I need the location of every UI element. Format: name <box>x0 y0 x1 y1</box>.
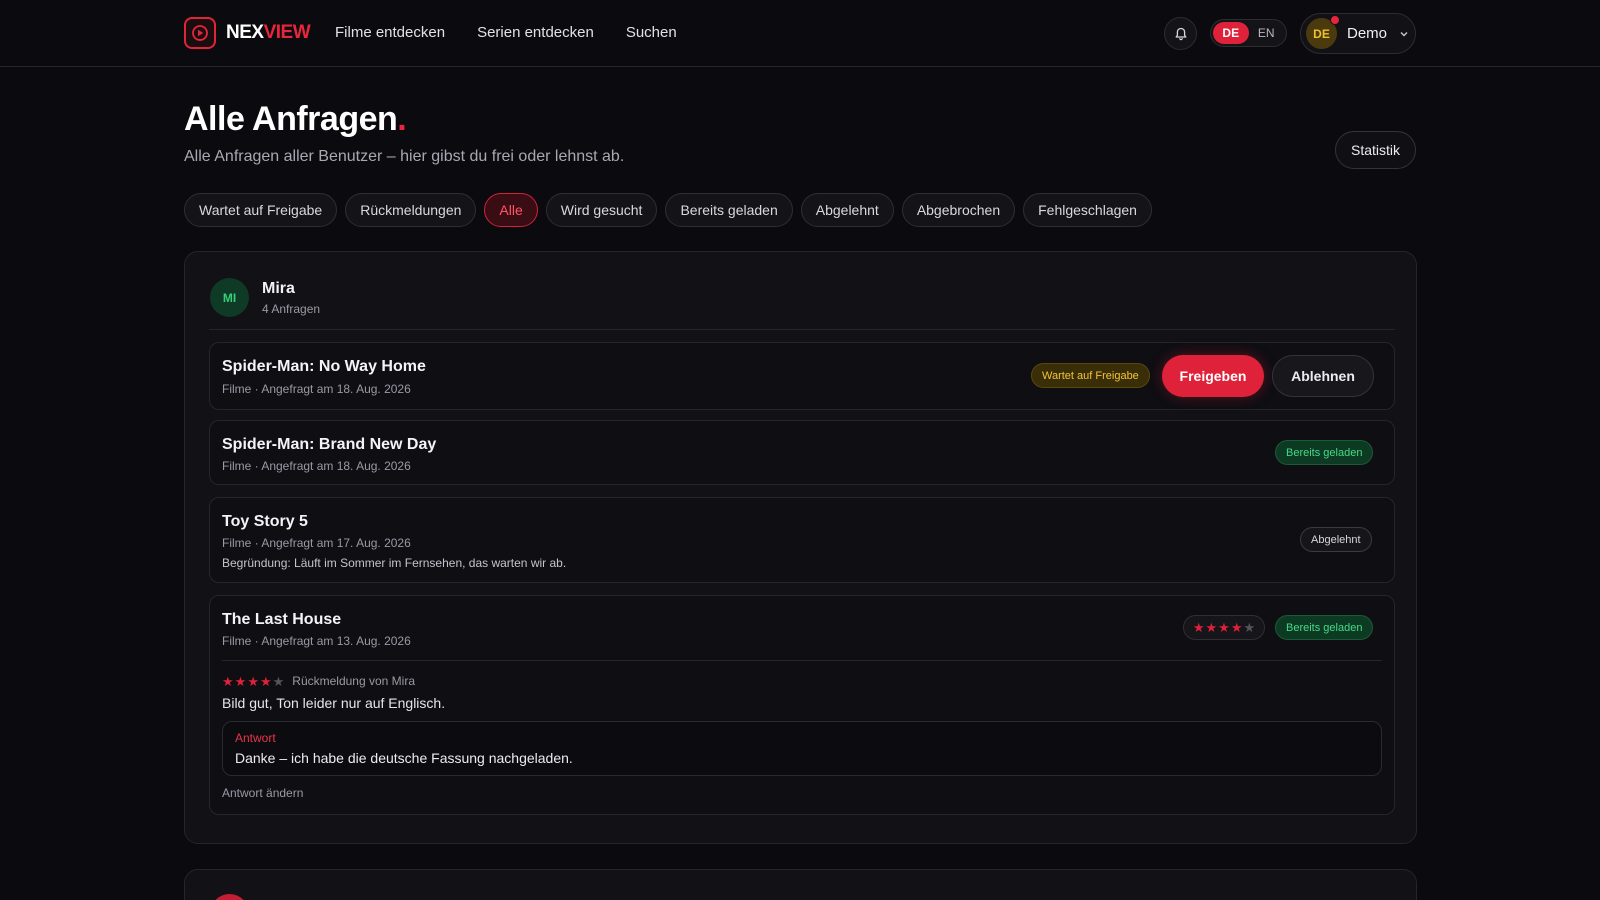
status-badge: Bereits geladen <box>1275 615 1374 640</box>
request-row: The Last House Filme · Angefragt am 13. … <box>209 595 1395 815</box>
star-icon: ★ <box>1205 620 1218 635</box>
filter-rueckmeldungen[interactable]: Rückmeldungen <box>345 193 477 227</box>
divider <box>209 329 1395 330</box>
reject-button[interactable]: Ablehnen <box>1272 355 1374 397</box>
filter-wird-gesucht[interactable]: Wird gesucht <box>545 193 658 227</box>
logo[interactable]: NEXVIEW <box>184 17 311 49</box>
feedback-text: Bild gut, Ton leider nur auf Englisch. <box>222 695 446 711</box>
logo-text: NEXVIEW <box>226 22 311 43</box>
notification-dot <box>1330 15 1340 25</box>
status-badge: Wartet auf Freigabe <box>1031 363 1150 388</box>
star-icon: ★ <box>272 673 285 689</box>
user-request-group <box>184 869 1417 900</box>
status-badge: Bereits geladen <box>1275 440 1374 465</box>
nav-suchen[interactable]: Suchen <box>626 24 677 41</box>
feedback-rating-stars: ★ ★ ★ ★ ★ <box>222 675 284 688</box>
edit-answer-link[interactable]: Antwort ändern <box>222 786 303 800</box>
approve-button[interactable]: Freigeben <box>1162 355 1264 397</box>
star-icon: ★ <box>1192 620 1205 635</box>
filter-wartet-auf-freigabe[interactable]: Wartet auf Freigabe <box>184 193 338 227</box>
filter-bereits-geladen[interactable]: Bereits geladen <box>665 193 793 227</box>
lang-de[interactable]: DE <box>1213 22 1249 44</box>
star-icon: ★ <box>1243 620 1256 635</box>
filter-abgebrochen[interactable]: Abgebrochen <box>901 193 1016 227</box>
group-user-name: Mira <box>262 279 295 297</box>
divider <box>222 660 1382 661</box>
filter-alle[interactable]: Alle <box>484 193 538 227</box>
rating-stars: ★ ★ ★ ★ ★ <box>1183 615 1265 640</box>
user-menu[interactable]: DE Demo <box>1300 13 1416 54</box>
top-navbar: NEXVIEW Filme entdecken Serien entdecken… <box>0 0 1600 67</box>
request-row: Spider-Man: No Way Home Filme · Angefrag… <box>209 342 1395 410</box>
request-row: Toy Story 5 Filme · Angefragt am 17. Aug… <box>209 497 1395 583</box>
bell-icon <box>1175 27 1186 40</box>
play-logo-icon <box>184 17 216 49</box>
star-icon: ★ <box>1230 620 1243 635</box>
star-icon: ★ <box>234 673 247 689</box>
language-switch[interactable]: DE EN <box>1210 19 1287 47</box>
request-meta: Filme · Angefragt am 17. Aug. 2026 <box>222 536 411 550</box>
avatar: DE <box>1306 15 1340 49</box>
group-header: MI Mira 4 Anfragen <box>210 278 320 317</box>
request-title: The Last House <box>222 611 342 628</box>
request-title: Spider-Man: No Way Home <box>222 358 426 375</box>
nav-filme-entdecken[interactable]: Filme entdecken <box>335 24 445 41</box>
answer-label: Antwort <box>235 731 276 745</box>
user-name: Demo <box>1347 25 1388 42</box>
filter-fehlgeschlagen[interactable]: Fehlgeschlagen <box>1023 193 1152 227</box>
lang-en[interactable]: EN <box>1249 26 1285 40</box>
star-icon: ★ <box>222 673 234 689</box>
request-meta: Filme · Angefragt am 13. Aug. 2026 <box>222 634 411 648</box>
answer-text: Danke – ich habe die deutsche Fassung na… <box>235 750 573 766</box>
page-title: Alle Anfragen. <box>184 100 407 138</box>
request-reason: Begründung: Läuft im Sommer im Fernsehen… <box>222 556 567 570</box>
status-badge: Abgelehnt <box>1300 527 1372 552</box>
page-subtitle: Alle Anfragen aller Benutzer – hier gibs… <box>184 148 625 165</box>
statistics-button[interactable]: Statistik <box>1335 131 1416 169</box>
user-request-group: MI Mira 4 Anfragen Spider-Man: No Way Ho… <box>184 251 1417 844</box>
star-icon: ★ <box>247 673 259 689</box>
group-request-count: 4 Anfragen <box>262 301 321 316</box>
request-title: Spider-Man: Brand New Day <box>222 436 437 453</box>
chevron-down-icon <box>1400 31 1408 36</box>
admin-answer: Antwort Danke – ich habe die deutsche Fa… <box>222 721 1382 776</box>
request-meta: Filme · Angefragt am 18. Aug. 2026 <box>222 382 411 396</box>
feedback-header: ★ ★ ★ ★ ★ Rückmeldung von Mira <box>222 674 415 688</box>
nav-serien-entdecken[interactable]: Serien entdecken <box>477 24 594 41</box>
request-title: Toy Story 5 <box>222 513 308 530</box>
avatar <box>210 894 249 900</box>
star-icon: ★ <box>259 673 272 689</box>
request-row: Spider-Man: Brand New Day Filme · Angefr… <box>209 420 1395 485</box>
request-meta: Filme · Angefragt am 18. Aug. 2026 <box>222 459 411 473</box>
filter-abgelehnt[interactable]: Abgelehnt <box>800 193 894 227</box>
filter-chips: Wartet auf Freigabe Rückmeldungen Alle W… <box>184 193 1152 227</box>
star-icon: ★ <box>1218 620 1230 635</box>
feedback-from: Rückmeldung von Mira <box>292 674 415 688</box>
avatar: MI <box>210 278 249 317</box>
notifications-button[interactable] <box>1164 17 1197 50</box>
main-nav: Filme entdecken Serien entdecken Suchen <box>335 24 677 41</box>
